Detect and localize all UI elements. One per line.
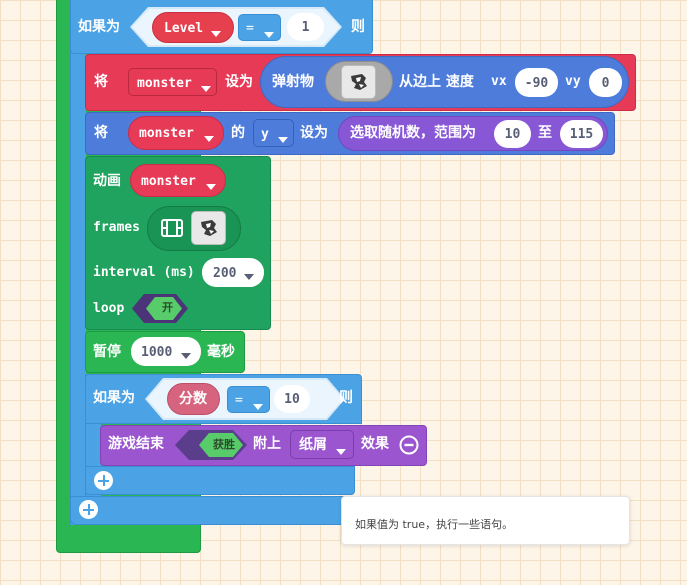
if-block-inner-footer: [85, 466, 355, 495]
win-label: 获胜: [213, 438, 235, 451]
effect-dropdown[interactable]: 纸屑: [290, 430, 354, 459]
tooltip-text: 如果值为 true，执行一些语句。: [355, 518, 514, 531]
chevron-down-icon: [264, 26, 274, 42]
chevron-down-icon: [211, 25, 221, 41]
operator-dropdown[interactable]: =: [238, 14, 281, 41]
interval-value: 200: [213, 266, 237, 281]
chevron-down-icon: [278, 131, 288, 147]
loop-label: loop: [93, 301, 125, 316]
interval-label: interval (ms): [93, 265, 195, 280]
then-label: 则: [339, 390, 353, 406]
vy-label: vy: [565, 74, 581, 89]
level-variable-dropdown[interactable]: Level: [152, 12, 234, 43]
monster-variable-label: monster: [137, 76, 192, 91]
frames-label: frames: [93, 220, 140, 235]
set-label: 将: [94, 125, 108, 141]
vx-input[interactable]: -90: [515, 68, 558, 97]
monster-variable-dropdown[interactable]: monster: [128, 68, 217, 96]
game-over-label: 游戏结束: [108, 436, 164, 452]
sprite-dropdown[interactable]: monster: [128, 116, 224, 150]
if-block-outer-stem: [70, 50, 86, 525]
random-max-input[interactable]: 115: [560, 120, 603, 148]
effect-suffix-label: 效果: [361, 436, 389, 452]
projectile-label: 弹射物: [272, 74, 314, 90]
chevron-down-icon: [253, 398, 263, 414]
add-else-icon[interactable]: [79, 500, 98, 519]
as-label: 设为: [225, 74, 253, 90]
score-variable-reporter[interactable]: 分数: [167, 383, 220, 415]
compare-value-input[interactable]: 1: [287, 13, 324, 41]
loop-value: 开: [162, 301, 173, 314]
compare-value-input[interactable]: 10: [274, 385, 310, 413]
remove-circle-icon[interactable]: [399, 435, 419, 455]
vy-input[interactable]: 0: [589, 68, 622, 97]
sprite-label: monster: [139, 126, 194, 141]
monster-sprite-icon: [341, 65, 376, 99]
chevron-down-icon: [244, 269, 254, 284]
operator-label: =: [235, 393, 243, 408]
add-else-icon[interactable]: [94, 471, 113, 490]
chevron-down-icon: [204, 130, 214, 146]
pause-duration-dropdown[interactable]: 1000: [131, 337, 201, 366]
film-icon: [161, 218, 183, 238]
set-label: 将: [94, 74, 108, 90]
vx-label: vx: [491, 74, 507, 89]
as-label: 设为: [300, 125, 328, 141]
chevron-down-icon: [181, 348, 191, 363]
chevron-down-icon: [336, 443, 346, 459]
operator-label: =: [246, 21, 254, 36]
if-label: 如果为: [78, 19, 120, 35]
score-variable-label: 分数: [179, 391, 207, 407]
then-label: 则: [351, 19, 365, 35]
effect-label: 纸屑: [299, 437, 327, 453]
property-label: y: [261, 127, 269, 142]
if-label: 如果为: [93, 390, 135, 406]
of-label: 的: [231, 125, 245, 141]
animate-label: 动画: [93, 173, 121, 189]
with-label: 附上: [253, 436, 281, 452]
monster-sprite-icon: [191, 211, 226, 245]
to-label: 至: [538, 125, 552, 141]
random-min-input[interactable]: 10: [494, 120, 531, 148]
property-dropdown[interactable]: y: [253, 119, 294, 147]
chevron-down-icon: [201, 80, 211, 96]
interval-dropdown[interactable]: 200: [202, 258, 264, 287]
chevron-down-icon: [206, 178, 216, 194]
random-label: 选取随机数，范围为: [350, 125, 476, 141]
operator-dropdown[interactable]: =: [227, 386, 270, 413]
pause-label: 暂停: [93, 344, 121, 360]
animation-sprite-dropdown[interactable]: monster: [130, 164, 226, 197]
if-block-outer-footer: [70, 496, 370, 525]
tooltip: 如果值为 true，执行一些语句。: [341, 496, 630, 545]
animation-sprite-label: monster: [141, 174, 196, 189]
pause-duration-value: 1000: [141, 345, 173, 360]
from-side-label: 从边上 速度: [399, 74, 474, 90]
milliseconds-label: 毫秒: [207, 344, 235, 360]
level-variable-label: Level: [164, 21, 204, 36]
